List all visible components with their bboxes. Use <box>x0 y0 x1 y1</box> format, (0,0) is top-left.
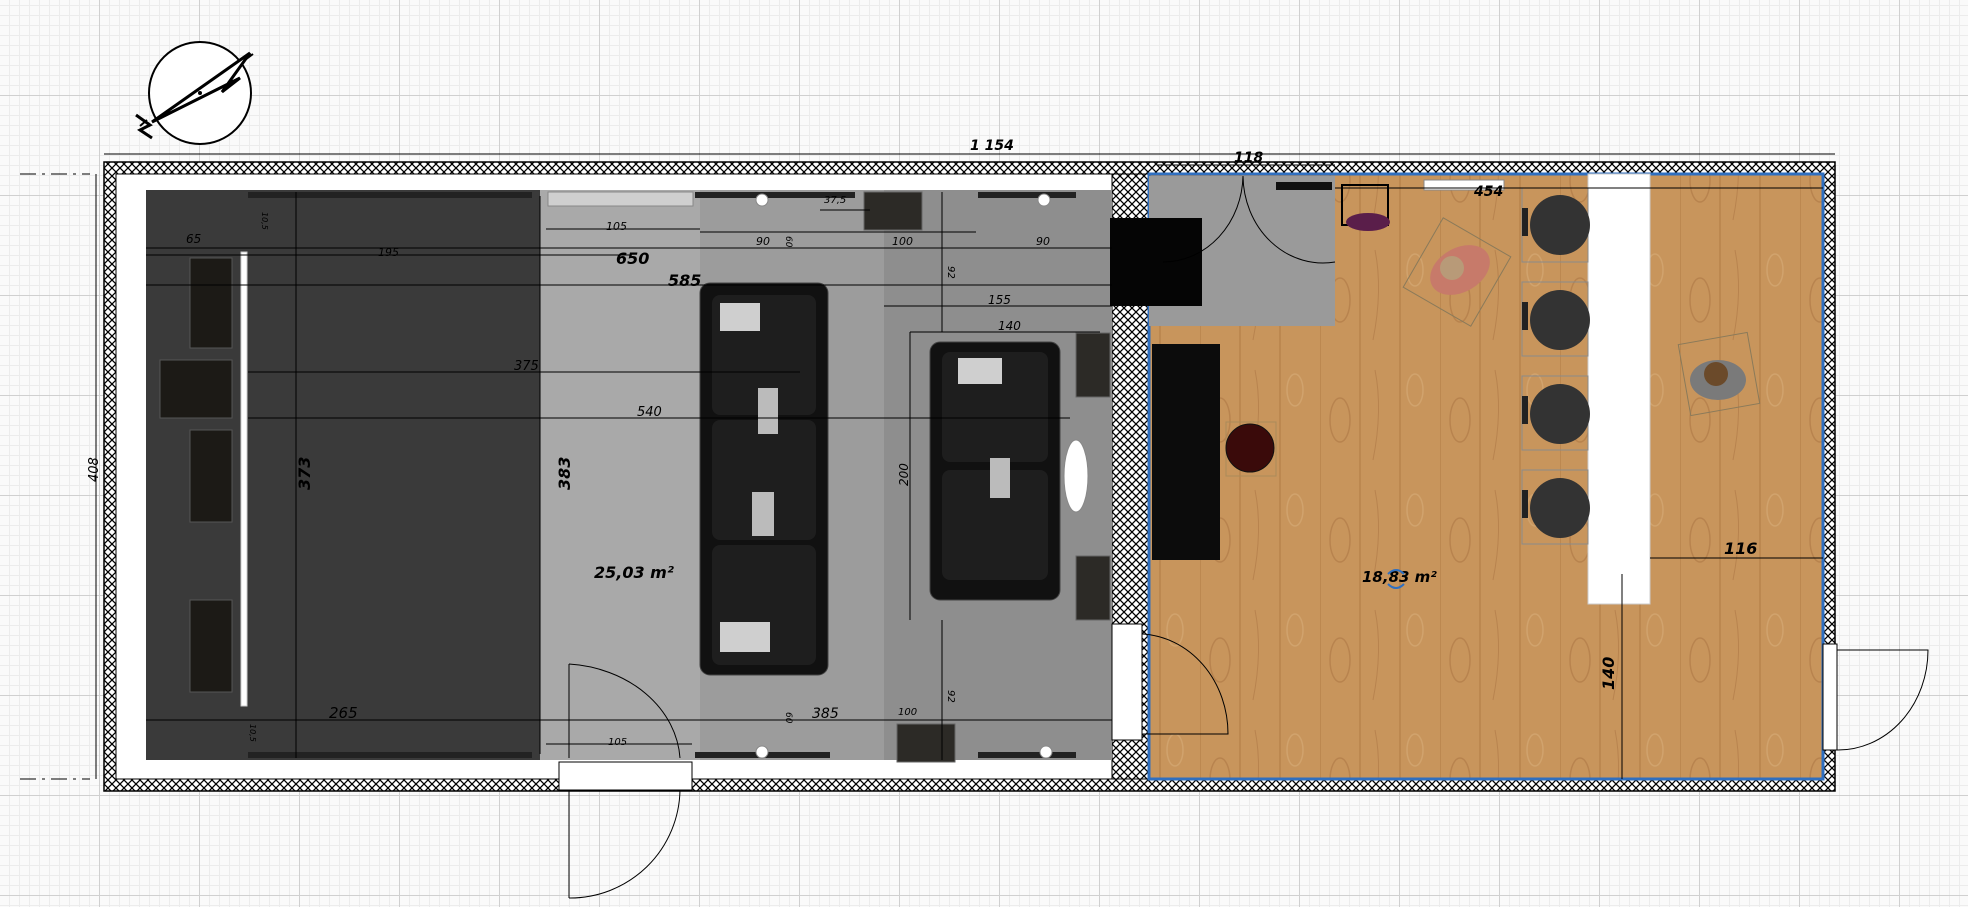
dim-90-b: 90 <box>1036 235 1050 248</box>
lamp-icon[interactable] <box>1063 439 1089 513</box>
dim-92-bottom: 92 <box>945 690 956 703</box>
sofa-icon[interactable] <box>929 341 1061 601</box>
dim-65: 65 <box>186 232 201 246</box>
door-icon[interactable] <box>1822 643 1838 751</box>
dim-total-width: 1 154 <box>970 138 1014 154</box>
dim-383: 383 <box>555 457 574 490</box>
dim-650: 650 <box>616 249 649 268</box>
dim-10-5-bottom: 10,5 <box>248 724 257 742</box>
projection-screen[interactable] <box>240 251 248 707</box>
dim-60-top: 60 <box>783 236 793 248</box>
dim-105-top: 105 <box>606 220 627 233</box>
door-icon[interactable] <box>558 761 693 791</box>
dim-385: 385 <box>812 706 839 722</box>
dim-total-height: 408 <box>87 457 102 482</box>
sofa-icon[interactable] <box>699 282 829 676</box>
radiator[interactable] <box>547 191 694 207</box>
floor-plan-canvas[interactable]: 1 154 408 118 454 116 140 650 585 540 37… <box>0 0 1968 907</box>
compass-icon[interactable] <box>135 41 254 145</box>
dim-373: 373 <box>295 457 314 490</box>
dim-375: 375 <box>514 359 539 374</box>
dim-10-5-top: 10,5 <box>260 212 269 230</box>
door-icon[interactable] <box>1111 623 1143 741</box>
dim-140-sofa: 140 <box>998 319 1021 333</box>
dim-100-bottom: 100 <box>898 707 917 718</box>
dim-105-bottom: 105 <box>608 737 627 748</box>
dim-118: 118 <box>1234 150 1263 166</box>
dim-265: 265 <box>329 704 358 722</box>
cabinet[interactable] <box>1152 344 1220 560</box>
dim-540: 540 <box>637 405 662 420</box>
dim-100-top: 100 <box>892 235 913 248</box>
room-area-left[interactable]: 25,03 m² <box>594 563 674 582</box>
dim-195: 195 <box>378 246 399 259</box>
tv-unit[interactable] <box>1110 218 1202 306</box>
dim-90-a: 90 <box>756 235 770 248</box>
dim-200: 200 <box>897 463 911 486</box>
dim-454: 454 <box>1473 184 1503 200</box>
dim-60-bottom: 60 <box>783 712 793 724</box>
dim-585: 585 <box>668 271 701 290</box>
dim-92-top: 92 <box>945 266 956 279</box>
dim-37-5: 37,5 <box>824 195 846 206</box>
kitchen-island[interactable] <box>1587 173 1651 605</box>
dim-140: 140 <box>1599 657 1618 690</box>
dim-116: 116 <box>1724 539 1757 558</box>
dim-155: 155 <box>988 293 1011 307</box>
